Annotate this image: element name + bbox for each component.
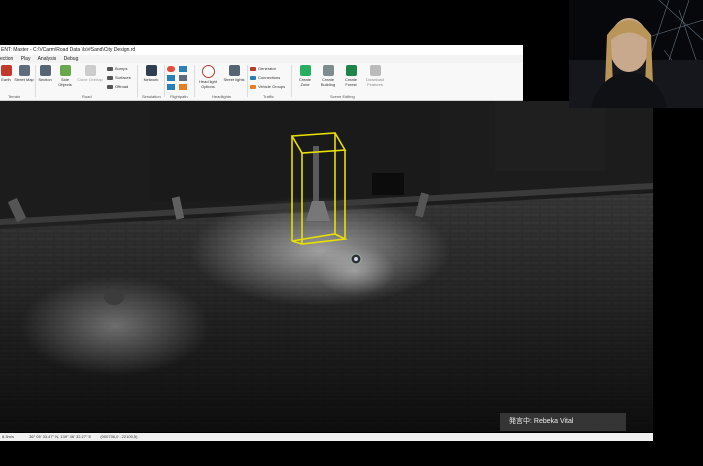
surfaces-icon — [107, 75, 113, 80]
menu-item-debug[interactable]: Debug — [64, 56, 79, 62]
group-label-simulation: Simulation — [142, 94, 161, 99]
street-lights-button[interactable]: Street lights — [222, 65, 246, 82]
ribbon-separator — [247, 65, 248, 97]
generator-icon — [250, 66, 256, 71]
vehicle-groups-button[interactable]: Vehicle Groups — [250, 84, 285, 90]
ribbon-separator — [291, 65, 292, 97]
menu-item-analysis[interactable]: Analysis — [38, 56, 57, 62]
status-extra: (000736,0 : 22100,5) — [100, 434, 138, 439]
vehicle-groups-icon — [250, 84, 256, 89]
connections-button[interactable]: Connections — [250, 75, 280, 81]
street-lights-icon — [228, 65, 240, 76]
offroad-button[interactable]: Offroad — [107, 84, 128, 90]
status-coordinates: 36° 05' 33.47" N, 139° 46' 32.27" E — [29, 434, 92, 439]
download-features-button[interactable]: Download Features — [364, 65, 386, 87]
group-label-road: Road — [82, 94, 92, 99]
earth-button[interactable]: Earth — [0, 65, 12, 82]
speaker-indicator: 発言中: Rebeka Vital — [500, 413, 626, 431]
window-title: ENT: Master - C:\VCarm\Road Data \ls\#Sa… — [0, 45, 523, 55]
status-speed: 8.3m/s — [2, 434, 15, 439]
create-zone-icon — [299, 65, 311, 76]
flightpath-arrow-icon — [167, 75, 175, 81]
create-zone-button[interactable]: Create Zone — [294, 65, 316, 87]
generator-button[interactable]: Generator — [250, 66, 276, 72]
ribbon-separator — [164, 65, 165, 97]
flightpath-tools[interactable] — [167, 66, 191, 92]
participant-video-frame — [569, 0, 703, 108]
flightpath-blue-icon — [179, 66, 187, 72]
street-map-icon — [18, 65, 30, 76]
bumps-icon — [107, 66, 113, 71]
ribbon-separator — [194, 65, 195, 97]
earth-icon — [0, 65, 12, 76]
section-button[interactable]: Section — [36, 65, 54, 82]
group-label-terrain: Terrain — [8, 94, 21, 99]
group-label-traffic: Traffic — [263, 94, 274, 99]
group-label-scene-editing: Scene Editing — [330, 94, 355, 99]
ribbon-toolbar: Earth Street Map Section Side Objects Cl… — [0, 63, 523, 101]
menu-item-section[interactable]: ection — [0, 56, 13, 62]
download-features-icon — [369, 65, 381, 76]
network-icon — [145, 65, 157, 76]
scene-viewport[interactable] — [0, 101, 653, 432]
scene-render — [0, 101, 653, 432]
flightpath-tool-icon — [179, 75, 187, 81]
surfaces-button[interactable]: Surfaces — [107, 75, 131, 81]
flightpath-red-icon — [167, 66, 175, 72]
street-map-button[interactable]: Street Map — [14, 65, 34, 82]
menu-item-play[interactable]: Play — [21, 56, 31, 62]
group-label-flightpath: Flightpath — [170, 94, 188, 99]
group-label-headlights: Headlights — [212, 94, 231, 99]
ribbon-separator — [137, 65, 138, 97]
side-objects-icon — [59, 65, 71, 76]
clone-overlap-button[interactable]: Clone Overlap — [77, 65, 103, 82]
create-forest-icon — [345, 65, 357, 76]
offroad-icon — [107, 84, 113, 89]
status-bar: 8.3m/s 36° 05' 33.47" N, 139° 46' 32.27"… — [0, 433, 653, 441]
bumps-button[interactable]: Bumps — [107, 66, 127, 72]
network-button[interactable]: Network — [140, 65, 162, 82]
flightpath-edit-icon — [167, 84, 175, 90]
create-forest-button[interactable]: Create Forest — [340, 65, 362, 87]
flightpath-point-icon — [179, 84, 187, 90]
create-building-button[interactable]: Create Building — [317, 65, 339, 87]
create-building-icon — [322, 65, 334, 76]
head-light-icon — [201, 65, 215, 78]
head-light-options-button[interactable]: Head light Options — [196, 65, 220, 89]
side-objects-button[interactable]: Side Objects — [55, 65, 75, 87]
connections-icon — [250, 75, 256, 80]
section-icon — [39, 65, 51, 76]
clone-overlap-icon — [84, 65, 96, 76]
menu-bar: ection Play Analysis Debug — [0, 55, 523, 63]
participant-video[interactable] — [569, 0, 703, 108]
